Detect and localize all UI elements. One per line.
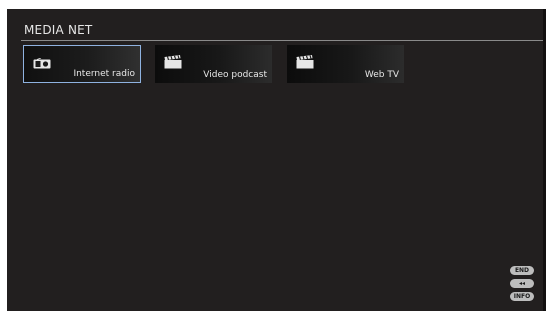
tile-internet-radio[interactable]: Internet radio [23,45,141,83]
end-button[interactable]: END [510,266,534,275]
tv-screen: MEDIA NET Internet radio Video podcast W… [7,9,546,311]
tile-label: Video podcast [203,70,267,80]
tile-label: Internet radio [73,69,135,79]
title-divider [21,40,543,41]
tile-video-podcast[interactable]: Video podcast [155,45,272,83]
radio-icon [33,55,51,74]
back-button[interactable]: ◂◂ [510,279,534,288]
tile-label: Web TV [364,70,399,80]
tile-web-tv[interactable]: Web TV [287,45,404,83]
remote-hints: END ◂◂ INFO [510,266,534,302]
clapperboard-icon [164,54,182,73]
info-button[interactable]: INFO [510,292,534,301]
clapperboard-icon [296,54,314,73]
page-title: MEDIA NET [24,23,93,37]
